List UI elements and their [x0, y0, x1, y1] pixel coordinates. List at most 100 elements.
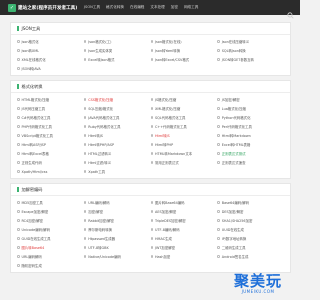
tool-link[interactable]: Json生成实体类	[83, 46, 151, 55]
tool-link[interactable]: Json转Excel/CSV格式	[150, 55, 218, 64]
bullet-icon	[217, 255, 220, 258]
tool-grid: HTML格式化/压缩 CSS格式化/压缩 JS格式化/压缩 JS加密/解密 JS代码压缩…	[11, 93, 290, 178]
bullet-icon	[17, 219, 20, 222]
nav-item-coding[interactable]: 在线编程	[130, 5, 144, 10]
tool-link[interactable]: HTML格式化/压缩	[17, 95, 84, 104]
tool-link[interactable]: SQL压缩/格式化	[83, 104, 151, 113]
tool-link[interactable]: Html转JS	[150, 131, 218, 140]
tool-link[interactable]: HMAC生成	[150, 234, 218, 243]
tool-link[interactable]: JSON转GET参数互转	[217, 55, 284, 64]
tool-link[interactable]: 常用正则表达式	[150, 158, 218, 167]
tool-link-label: JS格式化/压缩	[155, 98, 177, 102]
tool-link[interactable]: C++代码格式化工具	[150, 122, 218, 131]
tool-link[interactable]: SQL转Json转换	[217, 46, 284, 55]
tool-link[interactable]: MD5加密工具	[17, 198, 84, 207]
tool-link[interactable]: Ruby代码格式化工具	[83, 122, 151, 131]
tool-link[interactable]: 加密/解密	[83, 207, 151, 216]
site-logo[interactable]: ✓ 建站之家(程序员开发者工具)	[8, 3, 78, 12]
tool-link[interactable]: SQL代码格式化工具	[150, 113, 218, 122]
tool-link[interactable]: XML在线格式化	[17, 55, 84, 64]
tool-link[interactable]: JS代码压缩工具	[17, 104, 84, 113]
tool-link[interactable]: C#代码格式化工具	[17, 113, 84, 122]
nav-item-encrypt[interactable]: 加密	[171, 5, 178, 10]
tool-link[interactable]: 图片转Base64	[17, 243, 84, 252]
tool-link-label: Excel转HTML表格	[221, 143, 251, 147]
tool-link[interactable]: 正则表达式速查	[217, 158, 284, 167]
tool-link[interactable]: HTML过滤转义	[83, 149, 151, 158]
tool-link-label: Rabbit加密/解密	[88, 219, 114, 223]
tool-link[interactable]: Xpath/Html/css	[17, 167, 84, 176]
tool-link-label: 随机密码生成	[21, 264, 42, 268]
nav-item-network[interactable]: 网络工具	[184, 5, 198, 10]
top-navbar: ✓ 建站之家(程序员开发者工具) JSON工具 格式化转换 在线编程 文本处理 …	[0, 0, 300, 19]
tool-link[interactable]: Html转ASP/JSP	[17, 140, 84, 149]
tool-link[interactable]: AES加密/解密	[150, 207, 218, 216]
tool-link[interactable]: 摩尔斯电码转换	[83, 225, 151, 234]
tool-link[interactable]: Json格式化	[17, 37, 84, 46]
tool-link[interactable]: IP/数字地址转换	[217, 234, 284, 243]
tool-link[interactable]: DES加密/解密	[217, 207, 284, 216]
tool-link[interactable]: 正则表达式测试	[217, 149, 284, 158]
tool-link[interactable]: Html转PHP	[150, 140, 218, 149]
tool-link[interactable]: 二维码生成工具	[217, 243, 284, 252]
nav-item-text[interactable]: 文本处理	[150, 5, 164, 10]
tool-link[interactable]: Native/Unicode编码	[83, 252, 151, 261]
tool-link[interactable]: UTF-8转GBK	[83, 243, 151, 252]
tool-link[interactable]: Python代码格式化	[217, 113, 284, 122]
tool-link[interactable]: 正则生成代码	[17, 158, 84, 167]
tool-link[interactable]: SHA1/SHA256加密	[217, 216, 284, 225]
tool-link[interactable]: HTML转Markdown文本	[150, 149, 218, 158]
tool-link[interactable]: JWT加密解密	[150, 243, 218, 252]
tool-link[interactable]: JS格式化/压缩	[150, 95, 218, 104]
bullet-icon	[217, 219, 220, 222]
tool-link[interactable]: Perl代码格式化工具	[217, 122, 284, 131]
tool-link[interactable]: XML格式化/压缩	[150, 104, 218, 113]
tool-link[interactable]: CSS格式化/压缩	[83, 95, 151, 104]
tool-link[interactable]: Json转Yaml转换	[150, 46, 218, 55]
tool-link[interactable]: URL编码解码	[17, 252, 84, 261]
nav-item-json[interactable]: JSON工具	[84, 5, 100, 10]
tool-link[interactable]: UUID在线生成	[217, 225, 284, 234]
tool-link[interactable]: Unicode编码/解码	[17, 225, 84, 234]
tool-link[interactable]: Htpasswd生成器	[83, 234, 151, 243]
tool-link[interactable]: TripleDES加密/解密	[150, 216, 218, 225]
tool-link-label: Python代码格式化	[221, 116, 251, 120]
bullet-icon	[83, 143, 87, 146]
tool-link[interactable]: 随机密码生成	[17, 261, 84, 270]
tool-link[interactable]: Rabbit加密/解密	[83, 216, 151, 225]
tool-link[interactable]: Lua格式化/压缩	[217, 104, 284, 113]
bullet-icon	[217, 237, 220, 240]
tool-link[interactable]: Html转JS	[83, 131, 151, 140]
tool-link[interactable]: Json格式化(工)	[83, 37, 151, 46]
tool-link[interactable]: Json在线压缩转义	[217, 37, 284, 46]
tool-link[interactable]: Excel转Json格式	[83, 55, 151, 64]
tool-link[interactable]: JS加密/解密	[217, 95, 284, 104]
tool-link[interactable]: Excel转HTML表格	[217, 140, 284, 149]
tool-link[interactable]: Base64编码/解码	[217, 198, 284, 207]
tool-link[interactable]: GUID在线生成工具	[17, 234, 84, 243]
tool-link[interactable]: JAVA代码格式化工具	[83, 113, 151, 122]
tool-link[interactable]: Json转XML	[17, 46, 84, 55]
search-icon[interactable]	[287, 4, 294, 19]
tool-link[interactable]: Escape加密/解密	[17, 207, 84, 216]
tool-link[interactable]: VBScript格式化工具	[17, 131, 84, 140]
tool-link-label: XML格式化/压缩	[155, 107, 181, 111]
nav-item-format[interactable]: 格式化转换	[106, 5, 124, 10]
tool-link[interactable]: JSON转JAVA	[17, 64, 84, 73]
tool-link[interactable]: RC4加密/解密	[17, 216, 84, 225]
tool-link[interactable]: Xpath工具	[83, 167, 151, 176]
bullet-icon	[17, 143, 20, 146]
tool-link-label: Html过滤/转义	[88, 161, 112, 165]
bullet-icon	[17, 201, 20, 204]
tool-link[interactable]: PHP代码格式化工具	[17, 122, 84, 131]
tool-link[interactable]: Hash加密	[150, 252, 218, 261]
tool-link[interactable]: Html转Excel表格	[17, 149, 84, 158]
tool-link[interactable]: Html转Markdown	[217, 131, 284, 140]
tool-link[interactable]: Html过滤/转义	[83, 158, 151, 167]
tool-link[interactable]: Json格式化(在线)	[150, 37, 218, 46]
tool-link[interactable]: URL编码/解码	[83, 198, 151, 207]
tool-link[interactable]: Android签名生成	[217, 252, 284, 261]
tool-link[interactable]: 图片转Base64编码	[150, 198, 218, 207]
tool-link[interactable]: Html转PHP/ASP	[83, 140, 151, 149]
tool-link[interactable]: UTF-8编码/解码	[150, 225, 218, 234]
